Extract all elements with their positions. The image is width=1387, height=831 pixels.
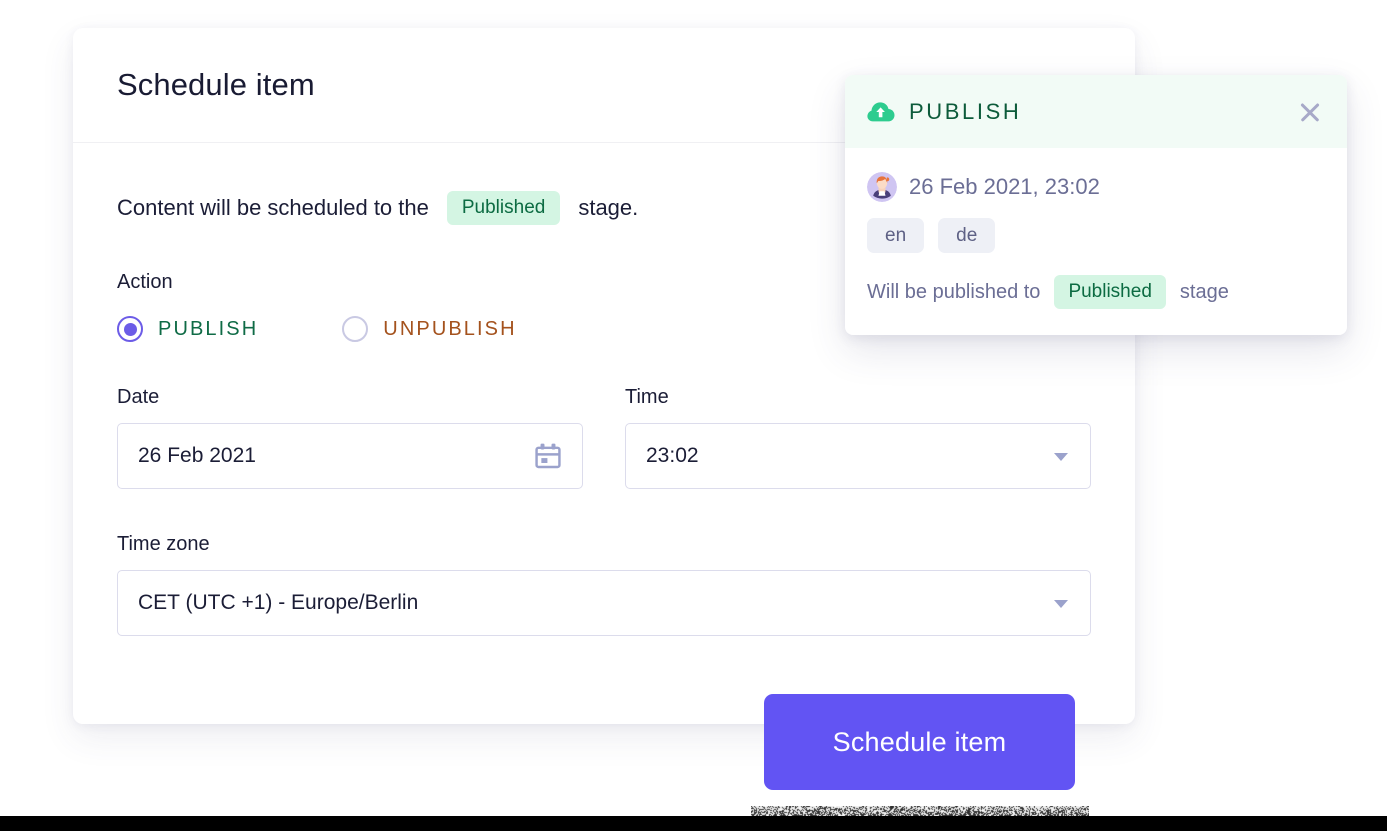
date-label: Date	[117, 386, 583, 409]
date-field-group: Date 26 Feb 2021	[117, 386, 583, 489]
publish-popup-meta: 26 Feb 2021, 23:02	[867, 172, 1325, 202]
publish-popup-title: PUBLISH	[909, 99, 1295, 125]
date-input-value: 26 Feb 2021	[138, 444, 562, 468]
bottom-black-bar	[0, 816, 1387, 831]
schedule-item-button[interactable]: Schedule item	[764, 694, 1075, 790]
radio-option-publish[interactable]: PUBLISH	[117, 316, 258, 342]
language-chip-list: en de	[867, 218, 1325, 253]
date-time-row: Date 26 Feb 2021 Time 23:02	[117, 386, 1091, 489]
radio-publish-dot	[124, 323, 137, 336]
time-select-value: 23:02	[646, 444, 1070, 468]
time-field-group: Time 23:02	[625, 386, 1091, 489]
screenshot-root: Schedule item Content will be scheduled …	[0, 0, 1387, 831]
intro-suffix-text: stage.	[578, 195, 638, 221]
timezone-select-value: CET (UTC +1) - Europe/Berlin	[138, 591, 1070, 615]
radio-unpublish-icon	[342, 316, 368, 342]
timezone-label: Time zone	[117, 533, 1091, 556]
time-label: Time	[625, 386, 1091, 409]
radio-publish-icon	[117, 316, 143, 342]
publish-popup-body: 26 Feb 2021, 23:02 en de Will be publish…	[845, 148, 1347, 335]
publish-popup-footer: Will be published to Published stage	[867, 275, 1325, 309]
user-avatar	[867, 172, 897, 202]
time-select[interactable]: 23:02	[625, 423, 1091, 489]
timezone-select[interactable]: CET (UTC +1) - Europe/Berlin	[117, 570, 1091, 636]
chevron-down-icon-time[interactable]	[1054, 453, 1068, 461]
chevron-down-icon-timezone[interactable]	[1054, 600, 1068, 608]
cloud-upload-icon	[867, 101, 895, 123]
page-title: Schedule item	[117, 67, 315, 103]
publish-popup-datetime: 26 Feb 2021, 23:02	[909, 174, 1100, 200]
date-input[interactable]: 26 Feb 2021	[117, 423, 583, 489]
popup-foot-prefix: Will be published to	[867, 281, 1040, 304]
intro-stage-chip: Published	[447, 191, 560, 225]
language-chip-de[interactable]: de	[938, 218, 995, 253]
intro-prefix-text: Content will be scheduled to the	[117, 195, 429, 221]
timezone-field-group: Time zone CET (UTC +1) - Europe/Berlin	[117, 533, 1091, 636]
popup-stage-chip: Published	[1054, 275, 1165, 309]
publish-popup: PUBLISH 26 Feb 2021, 23:02 en de Will be…	[845, 75, 1347, 335]
radio-publish-label: PUBLISH	[158, 318, 258, 341]
language-chip-en[interactable]: en	[867, 218, 924, 253]
close-icon[interactable]	[1295, 97, 1325, 127]
popup-foot-suffix: stage	[1180, 281, 1229, 304]
radio-unpublish-label: UNPUBLISH	[383, 318, 516, 341]
publish-popup-header: PUBLISH	[845, 75, 1347, 148]
calendar-icon[interactable]	[534, 442, 562, 470]
radio-option-unpublish[interactable]: UNPUBLISH	[342, 316, 516, 342]
